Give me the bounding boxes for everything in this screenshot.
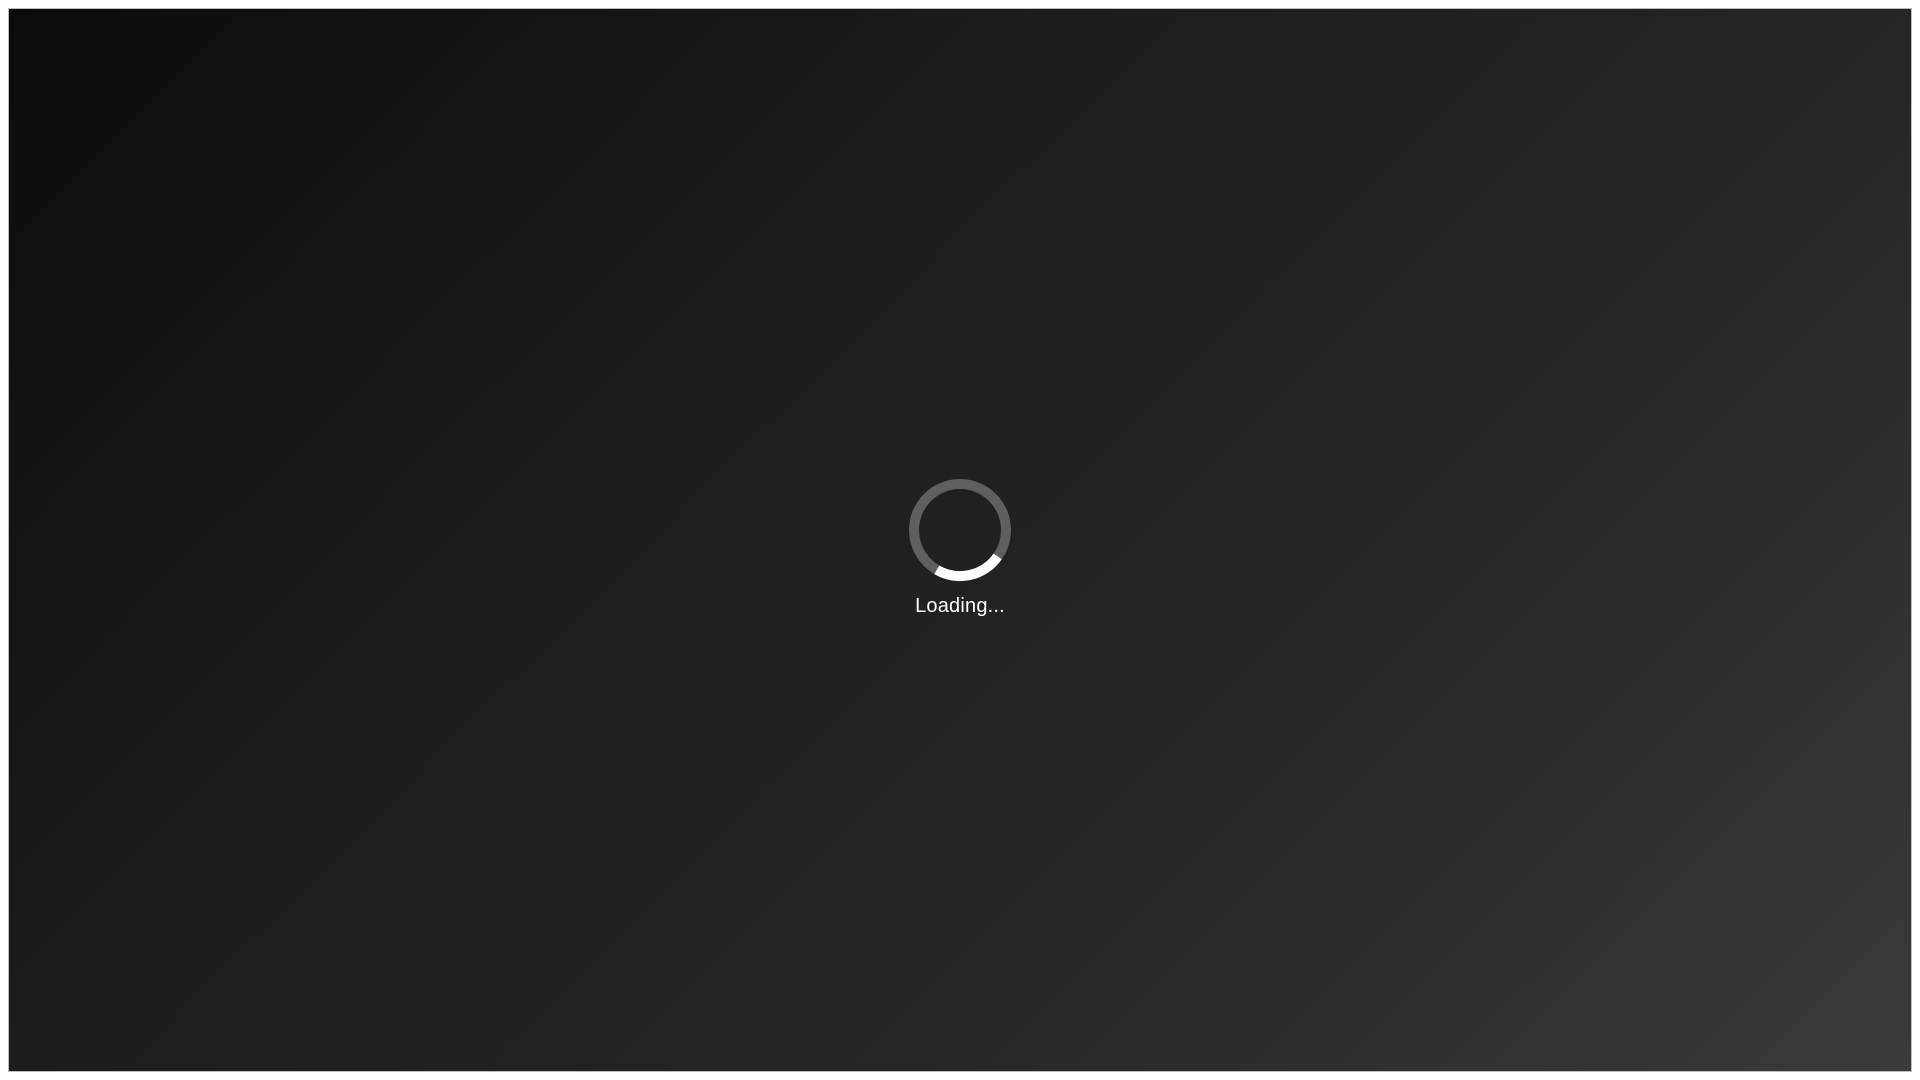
loading-indicator: Loading... [908,478,1012,618]
loading-status-text: Loading... [915,595,1005,617]
loading-screen: Loading... [8,8,1912,1072]
spinner-indicator [934,553,1002,582]
loading-spinner-icon [909,479,1011,582]
